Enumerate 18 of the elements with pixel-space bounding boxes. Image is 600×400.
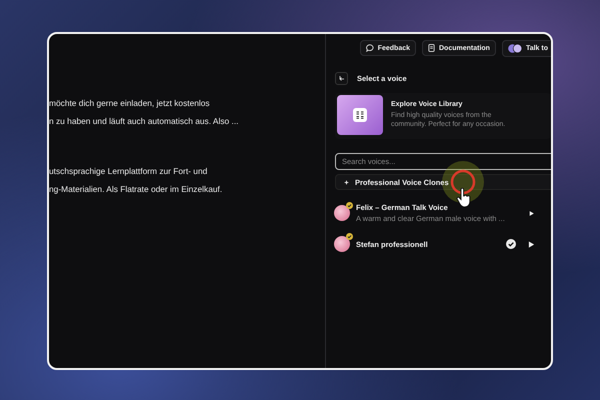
text-line: utschsprachige Lernplattform zur Fort- und: [49, 166, 208, 176]
text-line: möchte dich gerne einladen, jetzt kostenlos: [49, 98, 211, 108]
hand-cursor-icon: [456, 188, 472, 208]
speech-bubble-icon: [366, 44, 374, 52]
avatar-circle: [334, 236, 350, 252]
avatar-circle: [334, 205, 350, 221]
play-icon[interactable]: [528, 240, 535, 248]
play-icon[interactable]: [529, 210, 535, 216]
text-line: ng-Materialien. Als Flatrate oder im Einzelkauf.: [49, 184, 224, 194]
text-line: n zu haben und läuft auch automatisch aus. Also ...: [49, 116, 240, 126]
sparkle-icon: [344, 180, 349, 184]
grid-icon: [353, 108, 367, 122]
document-icon: [428, 44, 435, 52]
verified-badge-icon: [346, 233, 353, 240]
verified-badge-icon: [346, 202, 353, 209]
back-arrow-icon: [338, 75, 344, 81]
avatar-group-icon: [508, 44, 522, 52]
back-button[interactable]: [335, 72, 348, 84]
